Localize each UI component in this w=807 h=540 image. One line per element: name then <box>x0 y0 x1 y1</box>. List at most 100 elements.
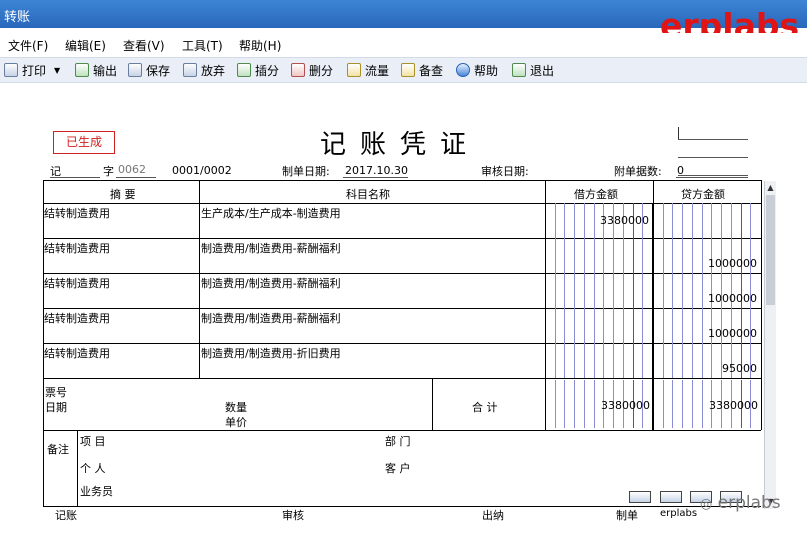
scroll-up-icon[interactable]: ▲ <box>766 182 775 194</box>
row-account[interactable]: 制造费用/制造费用-薪酬福利 <box>201 310 341 326</box>
save-button[interactable]: 保存 <box>128 61 170 79</box>
memo-icon <box>401 63 415 77</box>
delete-entry-label: 删分 <box>309 63 334 78</box>
discard-label: 放弃 <box>201 63 226 78</box>
grid-line <box>761 180 762 430</box>
ticket-date-label: 日期 <box>45 401 67 414</box>
digit-column-line <box>555 203 556 378</box>
row-credit[interactable]: 1000000 <box>653 292 757 305</box>
header-debit: 借方金额 <box>574 188 618 201</box>
attachments-label: 附单据数: <box>614 165 662 178</box>
discard-button[interactable]: 放弃 <box>183 61 225 79</box>
row-summary[interactable]: 结转制造费用 <box>44 310 110 326</box>
exit-icon <box>512 63 526 77</box>
grid-line <box>43 430 761 431</box>
insert-row-icon <box>237 63 251 77</box>
digit-column-line <box>663 380 664 428</box>
date-label: 制单日期: <box>282 165 330 178</box>
customer-label: 客 户 <box>385 462 411 475</box>
help-icon <box>456 63 470 77</box>
row-account[interactable]: 制造费用/制造费用-薪酬福利 <box>201 240 341 256</box>
discard-icon <box>183 63 197 77</box>
salesperson-label: 业务员 <box>80 485 113 498</box>
digit-column-line <box>672 203 673 378</box>
help-button[interactable]: 帮助 <box>456 61 498 79</box>
grid-line <box>43 506 761 507</box>
row-credit[interactable]: 95000 <box>653 362 757 375</box>
row-summary[interactable]: 结转制造费用 <box>44 345 110 361</box>
row-debit[interactable]: 3380000 <box>545 214 649 227</box>
digit-column-line <box>574 203 575 378</box>
print-label: 打印 <box>22 63 47 78</box>
voucher-number[interactable]: 0062 <box>118 163 146 176</box>
divider <box>343 177 408 178</box>
digit-column-line <box>555 380 556 428</box>
row-account[interactable]: 制造费用/制造费用-薪酬福利 <box>201 275 341 291</box>
menu-file[interactable]: 文件(F) <box>8 37 48 54</box>
row-account[interactable]: 生产成本/生产成本-制造费用 <box>201 205 341 221</box>
divider <box>50 177 100 178</box>
divider <box>678 175 748 176</box>
debit-total: 3380000 <box>601 399 650 412</box>
detail-icon[interactable] <box>660 491 682 503</box>
delete-row-icon <box>291 63 305 77</box>
insert-entry-label: 插分 <box>255 63 280 78</box>
memo-button[interactable]: 备查 <box>401 61 443 79</box>
digit-column-line <box>623 203 624 378</box>
dropdown-arrow-icon[interactable]: ▼ <box>54 66 60 75</box>
grid-line <box>652 203 653 430</box>
export-label: 输出 <box>93 63 118 78</box>
export-icon <box>75 63 89 77</box>
reviewer-label: 审核 <box>282 509 304 522</box>
cash-flow-icon <box>347 63 361 77</box>
header-account: 科目名称 <box>346 188 390 201</box>
grid-line <box>77 430 78 506</box>
voucher-title: 记账凭证 <box>320 130 481 160</box>
row-account[interactable]: 制造费用/制造费用-折旧费用 <box>201 345 341 361</box>
menu-help[interactable]: 帮助(H) <box>239 37 281 54</box>
status-badge: 已生成 <box>53 131 115 154</box>
menu-edit[interactable]: 编辑(E) <box>65 37 106 54</box>
header-credit: 贷方金额 <box>681 188 725 201</box>
grid-line <box>43 180 44 506</box>
window-title: 转账 <box>4 10 31 25</box>
grid-line <box>653 180 654 430</box>
cashier-label: 出纳 <box>482 509 504 522</box>
delete-entry-button[interactable]: 删分 <box>291 61 333 79</box>
print-button[interactable]: 打印 ▼ <box>4 61 60 79</box>
total-label: 合 计 <box>472 401 498 414</box>
digit-column-line <box>603 203 604 378</box>
digit-column-line <box>702 203 703 378</box>
menu-tools[interactable]: 工具(T) <box>182 37 223 54</box>
save-label: 保存 <box>146 63 171 78</box>
export-button[interactable]: 输出 <box>75 61 117 79</box>
digit-column-line <box>721 203 722 378</box>
divider <box>676 177 748 178</box>
preparer-label: 制单 <box>616 509 638 522</box>
row-summary[interactable]: 结转制造费用 <box>44 205 110 221</box>
vertical-scrollbar[interactable]: ▲ ▼ <box>764 181 776 509</box>
grid-line <box>545 378 546 430</box>
digit-column-line <box>584 203 585 378</box>
card-icon[interactable] <box>629 491 651 503</box>
wechat-icon: ◎ <box>700 496 713 512</box>
menu-view[interactable]: 查看(V) <box>123 37 165 54</box>
watermark: ◎ erplabs <box>700 493 781 513</box>
row-credit[interactable]: 1000000 <box>653 327 757 340</box>
digit-column-line <box>711 203 712 378</box>
printer-icon <box>4 63 18 77</box>
attachments-field[interactable]: 0 <box>677 164 684 177</box>
audit-date-label: 审核日期: <box>481 165 529 178</box>
date-field[interactable]: 2017.10.30 <box>345 164 408 177</box>
insert-entry-button[interactable]: 插分 <box>237 61 279 79</box>
scroll-thumb[interactable] <box>766 195 775 305</box>
exit-button[interactable]: 退出 <box>512 61 554 79</box>
digit-column-line <box>613 203 614 378</box>
row-credit[interactable]: 1000000 <box>653 257 757 270</box>
row-summary[interactable]: 结转制造费用 <box>44 275 110 291</box>
preparer-name: erplabs <box>660 508 698 519</box>
cash-flow-label: 流量 <box>365 63 390 78</box>
cash-flow-button[interactable]: 流量 <box>347 61 389 79</box>
row-summary[interactable]: 结转制造费用 <box>44 240 110 256</box>
unit-price-label: 单价 <box>225 416 247 429</box>
